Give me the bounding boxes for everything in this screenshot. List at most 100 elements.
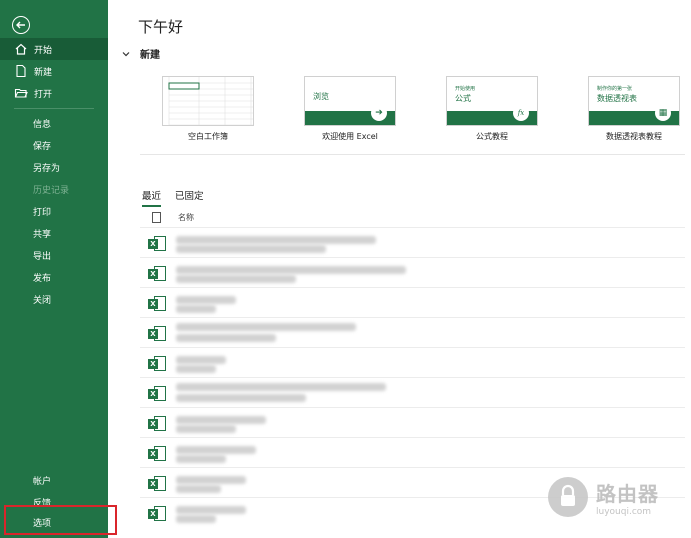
sidebar-item-label: 导出 [33, 251, 52, 262]
obscured-file-path [176, 394, 306, 402]
obscured-file-name [176, 236, 376, 244]
file-list-header: 名称 [152, 212, 194, 223]
recent-file-row[interactable]: X [140, 287, 685, 317]
template-welcome-excel[interactable]: 浏览 ➔ 欢迎使用 Excel [304, 76, 396, 142]
site-watermark: 路由器 luyouqi.com [548, 472, 688, 522]
sidebar-item-export[interactable]: 导出 [0, 244, 108, 266]
sidebar-item-home[interactable]: 开始 [0, 38, 108, 60]
recent-file-row[interactable]: X [140, 377, 685, 407]
sidebar-item-save-as[interactable]: 另存为 [0, 156, 108, 178]
sidebar-item-share[interactable]: 共享 [0, 222, 108, 244]
recent-file-row[interactable]: X [140, 437, 685, 467]
template-pivot-tutorial[interactable]: 制作你的第一张 数据透视表 ▦ 数据透视表教程 [588, 76, 680, 142]
obscured-file-name [176, 506, 246, 514]
obscured-file-name [176, 266, 406, 274]
sidebar-item-label: 信息 [33, 119, 52, 130]
sidebar-item-label: 新建 [34, 67, 53, 78]
recent-file-row[interactable]: X [140, 227, 685, 257]
home-icon [14, 42, 28, 56]
template-thumb-big: 数据透视表 [597, 94, 637, 103]
template-caption: 公式教程 [476, 132, 508, 141]
watermark-subtitle: luyouqi.com [596, 506, 652, 517]
new-document-icon [14, 64, 28, 78]
excel-file-icon: X [148, 416, 166, 431]
template-thumbnail: 开始使用 公式 fx [446, 76, 538, 126]
obscured-file-name [176, 323, 356, 331]
excel-file-icon: X [148, 506, 166, 521]
sidebar-item-label: 保存 [33, 141, 52, 152]
template-thumbnail: 制作你的第一张 数据透视表 ▦ [588, 76, 680, 126]
new-section-header[interactable]: 新建 [122, 46, 160, 61]
excel-file-icon: X [148, 386, 166, 401]
sidebar-item-label: 开始 [34, 45, 53, 56]
document-icon [152, 212, 161, 223]
greeting-title: 下午好 [138, 18, 184, 36]
obscured-file-path [176, 455, 226, 463]
obscured-file-name [176, 416, 266, 424]
file-list-tabs: 最近 已固定 [142, 188, 204, 207]
router-logo-icon [548, 477, 588, 517]
new-section-title: 新建 [140, 50, 160, 61]
sidebar-divider [14, 108, 94, 109]
options-highlight-box [4, 505, 117, 535]
excel-file-icon: X [148, 446, 166, 461]
pivot-table-icon: ▦ [655, 105, 671, 121]
sidebar-item-save[interactable]: 保存 [0, 134, 108, 156]
template-blank-workbook[interactable]: 空白工作簿 [162, 76, 254, 142]
sidebar-item-label: 历史记录 [33, 185, 70, 196]
excel-file-icon: X [148, 266, 166, 281]
recent-file-row[interactable]: X [140, 257, 685, 287]
sidebar-item-label: 另存为 [33, 163, 61, 174]
template-thumb-small: 制作你的第一张 [597, 86, 633, 92]
obscured-file-path [176, 425, 236, 433]
tab-recent[interactable]: 最近 [142, 188, 162, 207]
sidebar-item-open[interactable]: 打开 [0, 82, 108, 104]
obscured-file-name [176, 476, 246, 484]
excel-file-icon: X [148, 326, 166, 341]
spreadsheet-grid-icon [163, 77, 253, 125]
obscured-file-name [176, 356, 226, 364]
sidebar-item-label: 打印 [33, 207, 52, 218]
obscured-file-path [176, 275, 296, 283]
sidebar-item-label: 关闭 [33, 295, 52, 306]
excel-file-icon: X [148, 356, 166, 371]
recent-file-row[interactable]: X [140, 407, 685, 437]
template-formula-tutorial[interactable]: 开始使用 公式 fx 公式教程 [446, 76, 538, 142]
template-caption: 空白工作簿 [188, 132, 228, 141]
watermark-title: 路由器 [596, 481, 659, 506]
back-arrow-icon[interactable] [12, 16, 30, 34]
template-thumb-big: 公式 [455, 94, 471, 103]
sidebar-item-print[interactable]: 打印 [0, 200, 108, 222]
recent-file-row[interactable]: X [140, 317, 685, 347]
obscured-file-path [176, 485, 221, 493]
excel-file-icon: X [148, 296, 166, 311]
sidebar-item-publish[interactable]: 发布 [0, 266, 108, 288]
template-thumb-small: 开始使用 [455, 86, 476, 92]
template-caption: 欢迎使用 Excel [322, 132, 378, 141]
obscured-file-path [176, 515, 216, 523]
recent-file-row[interactable]: X [140, 347, 685, 377]
sidebar-item-label: 共享 [33, 229, 52, 240]
sidebar-item-new[interactable]: 新建 [0, 60, 108, 82]
section-divider [140, 154, 685, 155]
sidebar-item-label: 帐户 [33, 476, 52, 487]
sidebar-item-label: 发布 [33, 273, 52, 284]
sidebar-item-info[interactable]: 信息 [0, 112, 108, 134]
obscured-file-path [176, 245, 326, 253]
obscured-file-path [176, 305, 216, 313]
template-caption: 数据透视表教程 [606, 132, 662, 141]
backstage-main: 下午好 新建 空白工作簿 浏览 ➔ 欢迎使用 Excel 开始使用 公式 fx … [108, 0, 691, 538]
arrow-right-icon: ➔ [371, 105, 387, 121]
open-folder-icon [14, 86, 28, 100]
sidebar-item-account[interactable]: 帐户 [0, 469, 108, 491]
sidebar-item-close[interactable]: 关闭 [0, 288, 108, 310]
tab-pinned[interactable]: 已固定 [175, 188, 204, 207]
excel-file-icon: X [148, 236, 166, 251]
name-column-header: 名称 [178, 213, 194, 222]
sidebar-item-label: 打开 [34, 89, 53, 100]
obscured-file-name [176, 446, 256, 454]
sidebar-item-history: 历史记录 [0, 178, 108, 200]
excel-backstage: 开始 新建 打开 信息 保存 另存为 历史记录 打印 共享 导出 发布 关闭 帐… [0, 0, 691, 538]
obscured-file-name [176, 383, 386, 391]
backstage-sidebar: 开始 新建 打开 信息 保存 另存为 历史记录 打印 共享 导出 发布 关闭 帐… [0, 0, 108, 538]
